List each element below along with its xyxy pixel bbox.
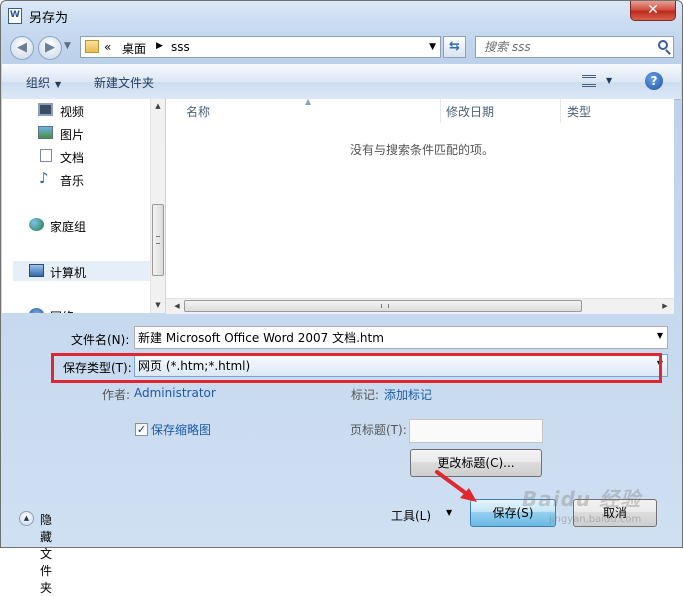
tools-button[interactable]: 工具(L) bbox=[391, 507, 431, 524]
address-bar[interactable]: « 桌面 ▶ sss ▼ bbox=[80, 36, 441, 58]
refresh-icon: ⇆ bbox=[449, 39, 460, 54]
music-icon bbox=[38, 169, 53, 187]
scroll-thumb[interactable] bbox=[184, 300, 582, 312]
nav-item-label: 网络 bbox=[50, 308, 74, 313]
search-box bbox=[475, 36, 674, 58]
column-divider[interactable] bbox=[560, 99, 561, 123]
column-header-name[interactable]: 名称 bbox=[186, 103, 210, 120]
filename-label: 文件名(N): bbox=[71, 333, 130, 347]
filelist-horizontal-scrollbar[interactable]: ◀ ▶ bbox=[166, 298, 674, 314]
navigation-pane: 视频 图片 文档 音乐 家庭组 计算机 网络 bbox=[2, 99, 150, 313]
organize-label: 组织 bbox=[26, 76, 51, 90]
filename-value: 新建 Microsoft Office Word 2007 文档.htm bbox=[138, 331, 384, 345]
chevron-down-icon: ▼ bbox=[55, 80, 62, 89]
chevron-down-icon[interactable]: ▼ bbox=[657, 331, 663, 340]
page-title-label: 页标题(T): bbox=[350, 423, 407, 437]
nav-item-label: 家庭组 bbox=[50, 220, 87, 234]
title-bar: 另存为 ✕ bbox=[1, 1, 682, 31]
document-icon bbox=[40, 149, 52, 162]
filename-input[interactable]: 新建 Microsoft Office Word 2007 文档.htm ▼ bbox=[134, 326, 668, 349]
word-document-icon bbox=[8, 8, 22, 24]
scroll-thumb[interactable] bbox=[152, 204, 164, 276]
annotation-highlight-box bbox=[51, 353, 662, 383]
breadcrumb-sss[interactable]: sss bbox=[171, 40, 190, 54]
close-button[interactable]: ✕ bbox=[630, 1, 676, 21]
view-dropdown-icon[interactable]: ▼ bbox=[606, 76, 612, 85]
breadcrumb-desktop[interactable]: 桌面 bbox=[122, 40, 146, 57]
nav-item-label: 文档 bbox=[60, 151, 85, 165]
arrow-right-icon: ▶ bbox=[45, 40, 55, 55]
empty-message: 没有与搜索条件匹配的项。 bbox=[350, 143, 495, 157]
sort-ascending-icon: ▲ bbox=[305, 97, 312, 106]
computer-icon bbox=[29, 264, 44, 277]
homegroup-icon bbox=[29, 218, 44, 231]
nav-item-label: 视频 bbox=[60, 105, 85, 119]
baidu-watermark-url: jingyan.baidu.com bbox=[549, 514, 642, 525]
search-input[interactable] bbox=[476, 37, 654, 57]
nav-vertical-scrollbar[interactable]: ▲ ▼ bbox=[150, 99, 165, 313]
save-thumbnail-checkbox[interactable]: ✓ bbox=[135, 423, 148, 436]
arrow-left-icon: ◀ bbox=[17, 40, 27, 55]
history-dropdown-icon[interactable]: ▼ bbox=[64, 41, 71, 51]
page-title-field bbox=[409, 419, 543, 443]
nav-item-label: 音乐 bbox=[60, 174, 85, 188]
address-dropdown-icon[interactable]: ▼ bbox=[429, 42, 436, 52]
author-label: 作者: bbox=[102, 388, 131, 402]
new-folder-button[interactable]: 新建文件夹 bbox=[94, 74, 154, 91]
folder-icon bbox=[85, 40, 99, 53]
scroll-up-icon[interactable]: ▲ bbox=[151, 99, 165, 114]
scroll-down-icon[interactable]: ▼ bbox=[151, 298, 165, 313]
column-header-type[interactable]: 类型 bbox=[567, 103, 591, 120]
nav-item-label: 计算机 bbox=[50, 266, 87, 280]
column-header-date[interactable]: 修改日期 bbox=[446, 103, 494, 120]
column-divider[interactable] bbox=[440, 99, 441, 123]
breadcrumb-separator-icon[interactable]: ▶ bbox=[156, 41, 163, 51]
baidu-watermark: Baidu 经验 bbox=[522, 487, 642, 511]
chevron-up-icon: ▲ bbox=[19, 511, 34, 526]
file-list: ▲ 名称 修改日期 类型 没有与搜索条件匹配的项。 bbox=[166, 97, 674, 313]
save-thumbnail-label[interactable]: 保存缩略图 bbox=[151, 421, 211, 438]
help-icon[interactable]: ? bbox=[645, 72, 663, 90]
grip-icon bbox=[156, 236, 160, 244]
save-as-dialog: 另存为 ✕ ◀ ▶ ▼ « 桌面 ▶ sss ▼ ⇆ 组织 ▼ 新建文件夹 ▼ ?… bbox=[0, 0, 683, 595]
network-icon bbox=[29, 308, 44, 313]
command-bar: 组织 ▼ 新建文件夹 ▼ ? bbox=[2, 64, 681, 100]
tags-value[interactable]: 添加标记 bbox=[384, 386, 432, 403]
change-title-button[interactable]: 更改标题(C)... bbox=[410, 449, 542, 477]
window-title: 另存为 bbox=[29, 11, 69, 26]
video-icon bbox=[38, 103, 53, 116]
forward-button[interactable]: ▶ bbox=[38, 36, 62, 60]
hide-folders-label: 隐藏文件夹 bbox=[40, 513, 53, 595]
grip-icon bbox=[381, 304, 389, 308]
breadcrumb-overflow[interactable]: « bbox=[104, 40, 111, 54]
search-icon[interactable] bbox=[658, 40, 668, 50]
scroll-left-icon[interactable]: ◀ bbox=[170, 299, 184, 314]
tools-dropdown-icon[interactable]: ▼ bbox=[446, 508, 452, 517]
picture-icon bbox=[38, 126, 53, 139]
tags-label: 标记: bbox=[351, 388, 380, 402]
author-value[interactable]: Administrator bbox=[134, 386, 216, 400]
refresh-button[interactable]: ⇆ bbox=[443, 36, 466, 58]
scroll-right-icon[interactable]: ▶ bbox=[658, 299, 672, 314]
view-options-icon[interactable] bbox=[582, 75, 596, 87]
nav-item-label: 图片 bbox=[60, 128, 85, 142]
organize-menu[interactable]: 组织 ▼ bbox=[26, 74, 61, 91]
back-button[interactable]: ◀ bbox=[10, 36, 34, 60]
